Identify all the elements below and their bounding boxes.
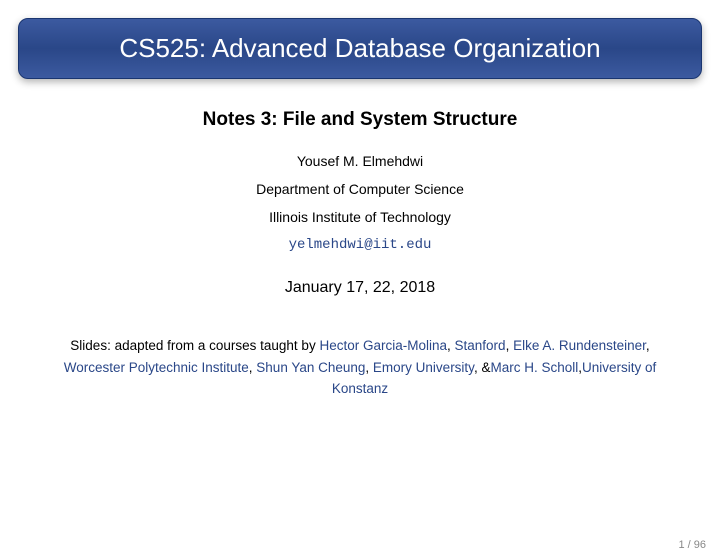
email-link[interactable]: yelmehdwi@iit.edu [30, 237, 690, 253]
title-bar: CS525: Advanced Database Organization [18, 18, 702, 79]
credits-sep: , [646, 338, 650, 353]
credits-text: Slides: adapted from a courses taught by… [30, 335, 690, 400]
slide-subtitle: Notes 3: File and System Structure [30, 109, 690, 131]
credit-link-rundensteiner[interactable]: Elke A. Rundensteiner [513, 338, 646, 353]
credits-sep: , [365, 360, 373, 375]
credits-prefix: Slides: adapted from a courses taught by [70, 338, 319, 353]
slide-title: CS525: Advanced Database Organization [39, 33, 681, 64]
credit-link-stanford[interactable]: Stanford [455, 338, 506, 353]
department: Department of Computer Science [30, 181, 690, 197]
credit-link-wpi[interactable]: Worcester Polytechnic Institute [64, 360, 249, 375]
credit-link-scholl[interactable]: Marc H. Scholl [490, 360, 578, 375]
credit-link-emory[interactable]: Emory University [373, 360, 474, 375]
slide-content: Notes 3: File and System Structure Youse… [0, 79, 720, 400]
credits-sep: , [447, 338, 455, 353]
institution: Illinois Institute of Technology [30, 209, 690, 225]
credit-link-garcia-molina[interactable]: Hector Garcia-Molina [319, 338, 447, 353]
slide-date: January 17, 22, 2018 [30, 279, 690, 297]
credits-sep: , [506, 338, 514, 353]
credit-link-cheung[interactable]: Shun Yan Cheung [256, 360, 365, 375]
author-name: Yousef M. Elmehdwi [30, 153, 690, 169]
credits-sep: , & [474, 360, 491, 375]
